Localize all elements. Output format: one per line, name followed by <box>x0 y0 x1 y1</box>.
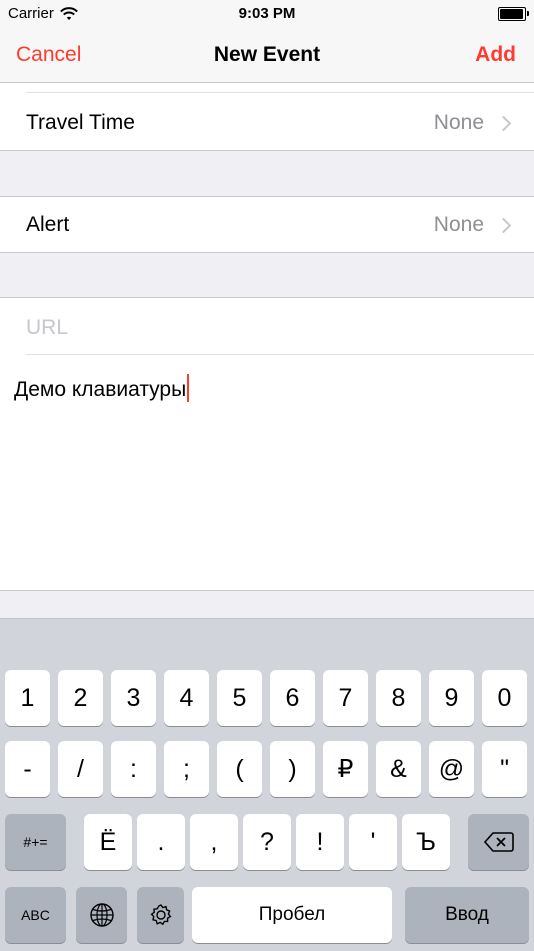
key-6[interactable]: 6 <box>270 670 315 726</box>
backspace-key[interactable] <box>468 814 529 870</box>
key-7[interactable]: 7 <box>323 670 368 726</box>
key-4[interactable]: 4 <box>164 670 209 726</box>
globe-icon <box>89 903 114 927</box>
key-yo[interactable]: Ё <box>84 814 132 870</box>
travel-time-cell[interactable]: Travel Time None <box>0 83 534 150</box>
key-ampersand[interactable]: & <box>376 741 421 797</box>
navigation-bar: Cancel New Event Add <box>0 28 534 83</box>
key-8[interactable]: 8 <box>376 670 421 726</box>
notes-field[interactable]: Демо клавиатуры <box>14 374 190 402</box>
key-more-symbols[interactable]: #+= <box>5 814 66 870</box>
status-time: 9:03 PM <box>238 5 296 22</box>
space-key[interactable]: Пробел <box>192 887 392 943</box>
divider <box>26 92 534 93</box>
key-2[interactable]: 2 <box>58 670 103 726</box>
key-5[interactable]: 5 <box>217 670 262 726</box>
key-1[interactable]: 1 <box>5 670 50 726</box>
alert-cell[interactable]: Alert None <box>0 197 534 252</box>
url-notes-group <box>0 298 534 590</box>
status-bar: Carrier 9:03 PM <box>0 0 534 28</box>
page-title: New Event <box>213 43 321 66</box>
battery-icon <box>498 7 529 21</box>
globe-key[interactable] <box>76 887 127 943</box>
key-semicolon[interactable]: ; <box>164 741 209 797</box>
key-hard-sign[interactable]: Ъ <box>402 814 450 870</box>
text-cursor <box>187 374 190 402</box>
backspace-icon <box>483 832 514 852</box>
travel-time-value: None <box>433 111 484 134</box>
settings-key[interactable] <box>137 887 184 943</box>
alert-value: None <box>433 213 484 236</box>
key-colon[interactable]: : <box>111 741 156 797</box>
key-quote[interactable]: " <box>482 741 527 797</box>
chevron-right-icon <box>495 217 512 234</box>
notes-text: Демо клавиатуры <box>14 378 187 401</box>
key-exclamation[interactable]: ! <box>296 814 344 870</box>
chevron-right-icon <box>495 115 512 132</box>
travel-time-label: Travel Time <box>26 111 135 134</box>
key-0[interactable]: 0 <box>482 670 527 726</box>
key-close-paren[interactable]: ) <box>270 741 315 797</box>
key-question[interactable]: ? <box>243 814 291 870</box>
key-3[interactable]: 3 <box>111 670 156 726</box>
divider <box>26 354 534 355</box>
key-open-paren[interactable]: ( <box>217 741 262 797</box>
key-at[interactable]: @ <box>429 741 474 797</box>
divider <box>0 590 534 591</box>
divider <box>0 252 534 253</box>
keyboard: 1 2 3 4 5 6 7 8 9 0 - / : ; ( ) ₽ & @ " … <box>0 618 534 951</box>
key-ruble[interactable]: ₽ <box>323 741 368 797</box>
alert-label: Alert <box>26 213 70 236</box>
key-comma[interactable]: , <box>190 814 238 870</box>
key-slash[interactable]: / <box>58 741 103 797</box>
key-apostrophe[interactable]: ' <box>349 814 397 870</box>
gear-icon <box>150 904 171 926</box>
return-key[interactable]: Ввод <box>405 887 529 943</box>
divider <box>0 150 534 151</box>
key-9[interactable]: 9 <box>429 670 474 726</box>
url-field[interactable]: URL <box>26 316 68 340</box>
key-abc[interactable]: ABC <box>5 887 66 943</box>
key-hyphen[interactable]: - <box>5 741 50 797</box>
key-period[interactable]: . <box>137 814 185 870</box>
add-button[interactable]: Add <box>475 43 516 67</box>
